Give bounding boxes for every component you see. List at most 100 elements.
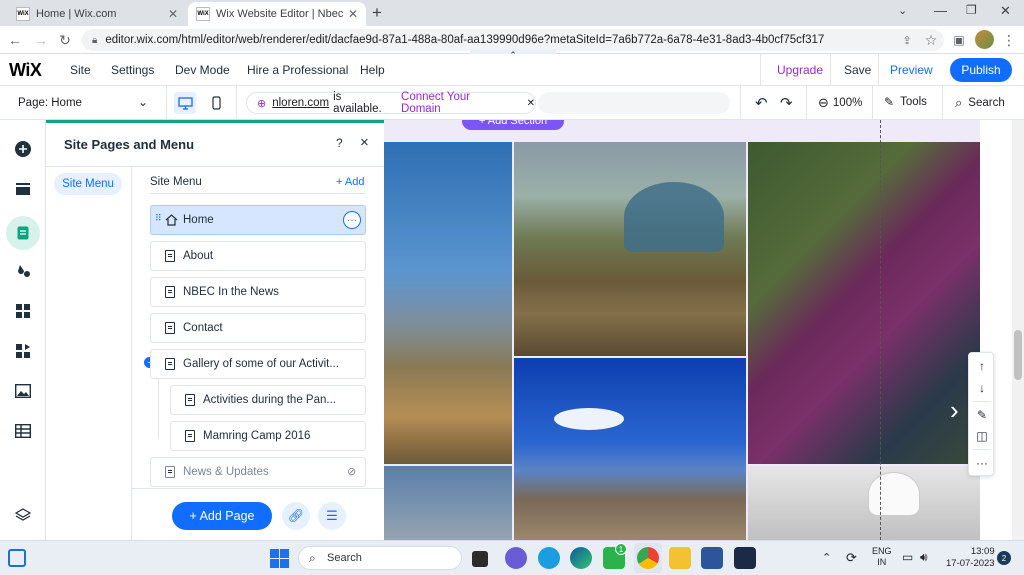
browser-menu-icon[interactable]: ⋮ [1000,31,1018,49]
reload-icon[interactable]: ↻ [56,31,74,49]
add-page-button[interactable]: + Add Page [172,502,272,530]
gallery-next-arrow-icon[interactable]: › [950,395,959,426]
teams-chat-icon[interactable] [505,547,527,569]
cms-table-icon[interactable] [12,420,34,442]
edge-icon[interactable] [570,547,592,569]
minimize-icon[interactable]: — [934,3,947,18]
help-button[interactable]: ? [336,136,343,150]
restore-icon[interactable]: ❐ [966,3,977,17]
mobile-view-button[interactable] [206,92,226,114]
add-section-icon[interactable] [12,178,34,200]
page-item-home[interactable]: ⠿ Home ··· [150,205,366,235]
close-banner-icon[interactable]: ✕ [527,98,535,109]
taskbar-search[interactable]: ⌕ Search [298,546,462,570]
layers-icon[interactable] [12,504,34,526]
scrollbar-thumb[interactable] [1014,330,1022,380]
gallery-photo-sky[interactable] [384,466,512,540]
forward-arrow-icon[interactable]: → [32,31,50,49]
volume-icon[interactable]: 🔊︎ [920,550,928,565]
close-tab-icon[interactable]: ✕ [348,7,358,21]
gallery-photo-climber[interactable] [748,142,980,464]
menu-hire-professional[interactable]: Hire a Professional [247,63,348,77]
bookmark-star-icon[interactable]: ☆ [922,31,940,49]
upgrade-link[interactable]: Upgrade [777,63,823,77]
display-icon[interactable]: ▭ [902,550,913,564]
add-menu-item-button[interactable]: + Add [336,176,364,188]
whatsapp-icon[interactable]: 1 [603,543,627,569]
publish-button[interactable]: Publish [950,58,1012,82]
layout-icon[interactable]: ◫ [969,425,995,447]
domain-name[interactable]: nloren.com [272,97,329,109]
zoom-button[interactable]: ⊖ 100% [818,95,862,111]
task-view-icon[interactable] [472,551,488,567]
page-item-news-updates[interactable]: News & Updates ⊘ [150,457,366,487]
media-icon[interactable] [12,380,34,402]
menu-site[interactable]: Site [70,63,91,77]
gallery-photo-mountains[interactable] [384,142,512,464]
drag-handle-icon[interactable]: ⠿ [155,213,162,224]
site-design-icon[interactable] [12,260,34,282]
close-tab-icon[interactable]: ✕ [168,7,178,21]
gallery-photo-gear[interactable] [748,466,980,540]
onedrive-sync-icon[interactable] [538,547,560,569]
page-item-news[interactable]: NBEC In the News [150,277,366,307]
add-section-button[interactable]: + Add Section [462,120,564,130]
share-icon[interactable]: ⇪ [898,31,916,49]
word-icon[interactable] [701,547,723,569]
business-tools-icon[interactable] [12,340,34,362]
language-indicator[interactable]: ENG IN [872,546,892,568]
hidden-eye-icon[interactable]: ⊘ [347,465,356,478]
file-explorer-icon[interactable] [669,547,691,569]
browser-tab-editor[interactable]: WiX Wix Website Editor | Nbec ✕ [188,2,366,26]
subnav-site-menu[interactable]: Site Menu [54,173,122,195]
save-button[interactable]: Save [844,63,871,77]
page-selector[interactable]: Page: Home [18,97,82,109]
chevron-down-icon[interactable]: ⌄ [138,95,148,109]
widgets-icon[interactable] [8,549,26,567]
page-item-mamring-camp[interactable]: Mamring Camp 2016 [170,421,366,451]
new-tab-button[interactable]: + [372,3,382,23]
more-options-icon[interactable]: ··· [969,452,995,474]
menu-dev-mode[interactable]: Dev Mode [175,63,230,77]
windows-start-icon[interactable] [270,549,289,568]
connect-domain-link[interactable]: Connect Your Domain [401,91,513,115]
add-link-icon[interactable]: 🔗︎ [282,502,310,530]
pages-menu-icon[interactable] [6,216,40,250]
apps-icon[interactable] [12,300,34,322]
tray-chevron-up-icon[interactable]: ⌃ [822,551,831,564]
url-bar[interactable]: 🔒︎ editor.wix.com/html/editor/web/render… [82,29,944,51]
page-item-about[interactable]: About [150,241,366,271]
close-window-icon[interactable]: ✕ [1000,3,1011,19]
editor-canvas[interactable]: › + Add Section [384,120,980,540]
page-item-gallery[interactable]: Gallery of some of our Activit... [150,349,366,379]
chrome-icon[interactable] [637,547,659,569]
preview-button[interactable]: Preview [890,63,933,77]
tab-search-chevron-icon[interactable]: ⌄ [898,4,907,17]
sync-icon[interactable]: ⟳ [846,550,857,566]
redo-icon[interactable]: ↷ [780,94,793,112]
gallery-photo-campsite[interactable] [514,142,746,356]
canvas-scrollbar[interactable] [1012,120,1024,540]
menu-help[interactable]: Help [360,63,385,77]
back-arrow-icon[interactable]: ← [6,31,24,49]
notification-badge[interactable]: 2 [997,551,1011,565]
gallery-photo-snow-peaks[interactable] [514,358,746,540]
close-panel-button[interactable]: × [360,134,369,151]
search-button[interactable]: ⌕ Search [955,95,1005,111]
snipping-tool-icon[interactable] [734,547,756,569]
undo-icon[interactable]: ↶ [755,94,768,112]
wix-logo[interactable]: WiX [9,60,42,81]
tools-button[interactable]: ✎ Tools [884,95,927,109]
sidepanel-icon[interactable]: ▣ [950,31,968,49]
add-elements-icon[interactable] [12,138,34,160]
move-up-icon[interactable]: ↑ [969,355,995,377]
menu-settings[interactable]: Settings [111,63,154,77]
browser-tab-home[interactable]: WiX Home | Wix.com ✕ [8,2,186,26]
clock[interactable]: 13:09 17-07-2023 [946,546,995,570]
page-item-contact[interactable]: Contact [150,313,366,343]
more-actions-icon[interactable]: ··· [343,211,361,229]
move-down-icon[interactable]: ↓ [969,377,995,399]
menu-settings-icon[interactable]: ☰ [318,502,346,530]
desktop-view-button[interactable] [174,92,196,114]
edit-pen-icon[interactable]: ✎ [969,404,995,426]
